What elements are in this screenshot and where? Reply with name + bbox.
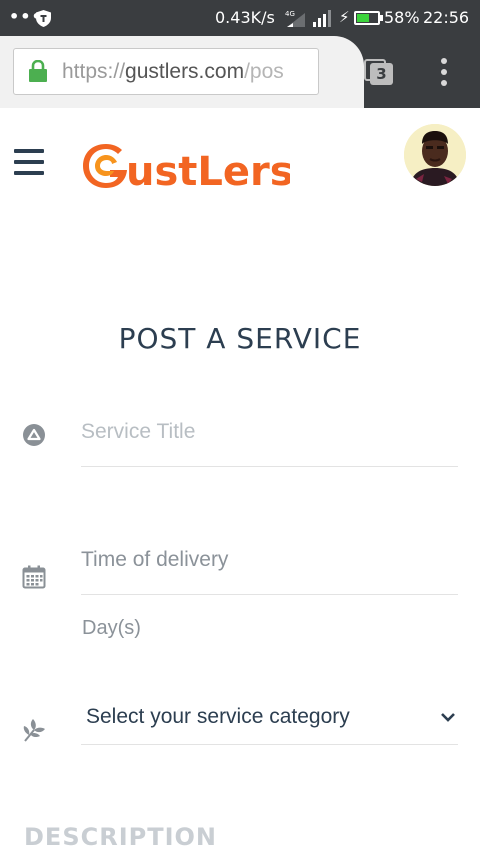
calendar-icon <box>22 565 46 589</box>
browser-menu-button[interactable] <box>436 58 452 88</box>
service-title-placeholder: Service Title <box>81 420 196 443</box>
service-category-value: Select your service category <box>86 705 350 728</box>
user-avatar[interactable] <box>404 124 466 186</box>
battery-percent: 58% <box>384 8 420 27</box>
time-of-delivery-label: Time of delivery <box>81 548 229 571</box>
status-bar: ••• 0.43K/s 4G ⚡ 58% 22:56 <box>0 0 480 36</box>
browser-tab-background: https://gustlers.com/pos <box>0 36 364 108</box>
signal-weak-icon: 4G <box>285 10 305 27</box>
time-of-delivery-input[interactable]: Time of delivery <box>81 548 458 595</box>
shield-icon <box>36 10 51 27</box>
url-bar[interactable]: https://gustlers.com/pos <box>13 48 319 95</box>
url-text: https://gustlers.com/pos <box>62 60 284 83</box>
svg-text:4G: 4G <box>285 10 295 18</box>
hamburger-menu-icon[interactable] <box>14 149 44 175</box>
description-heading: DESCRIPTION <box>24 823 218 851</box>
service-title-input[interactable]: Service Title <box>81 420 458 467</box>
page-title: POST A SERVICE <box>118 322 362 355</box>
charging-icon: ⚡ <box>339 8 350 26</box>
browser-toolbar: https://gustlers.com/pos 3 <box>0 36 480 108</box>
tab-count: 3 <box>370 63 393 85</box>
battery-icon <box>354 11 383 25</box>
leaf-branch-icon <box>23 719 45 742</box>
gustlers-logo[interactable]: ustLers <box>80 140 290 192</box>
service-category-select[interactable]: Select your service category <box>81 705 458 745</box>
logo-text: ustLers <box>126 149 290 192</box>
caret-up-circle-icon <box>23 424 45 446</box>
network-speed: 0.43K/s <box>215 8 275 27</box>
chevron-down-icon <box>441 713 455 722</box>
lock-icon <box>29 60 47 82</box>
tab-switcher-button[interactable]: 3 <box>364 59 394 85</box>
days-label: Day(s) <box>82 617 141 639</box>
signal-strong-icon <box>313 10 331 27</box>
clock: 22:56 <box>423 8 470 27</box>
